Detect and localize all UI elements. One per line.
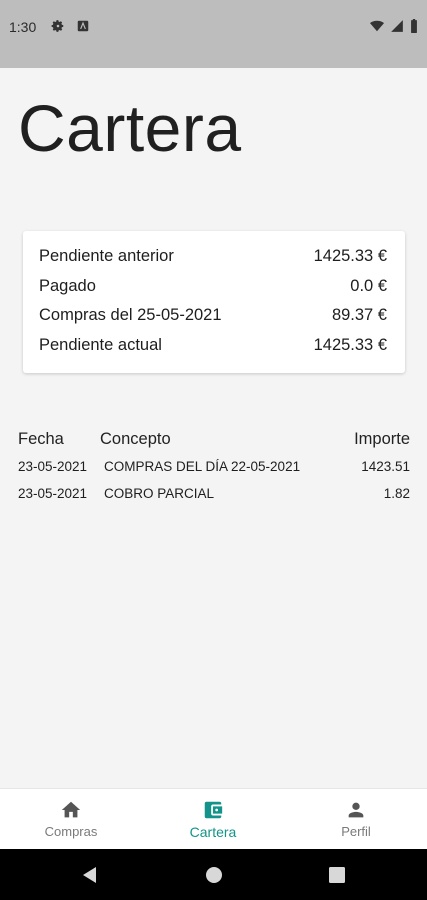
summary-value: 1425.33 €: [313, 336, 387, 354]
nav-item-perfil[interactable]: Perfil: [285, 789, 427, 850]
summary-label: Compras del 25-05-2021: [39, 306, 222, 324]
battery-icon: [411, 19, 417, 33]
recents-icon[interactable]: [327, 865, 347, 885]
column-header-amount: Importe: [354, 430, 410, 448]
nav-label: Cartera: [189, 824, 237, 840]
summary-label: Pendiente anterior: [39, 247, 174, 265]
cell-concept: COBRO PARCIAL: [104, 486, 215, 501]
nav-item-compras[interactable]: Compras: [0, 789, 142, 850]
page-title: Cartera: [18, 91, 242, 165]
cell-amount: 1.82: [383, 486, 410, 501]
nav-label: Compras: [44, 824, 98, 839]
summary-row-previous-pending: Pendiente anterior 1425.33 €: [39, 247, 387, 269]
summary-label: Pagado: [39, 277, 96, 295]
signal-icon: [391, 20, 403, 32]
cell-date: 23-05-2021: [18, 486, 88, 501]
home-circle-icon[interactable]: [204, 865, 224, 885]
summary-row-current-pending: Pendiente actual 1425.33 €: [39, 336, 387, 358]
summary-value: 89.37 €: [331, 306, 387, 324]
summary-row-paid: Pagado 0.0 €: [39, 277, 387, 299]
person-icon: [348, 802, 364, 818]
wifi-icon: [370, 20, 384, 32]
wallet-icon: [204, 801, 223, 819]
summary-value: 0.0 €: [350, 277, 387, 295]
summary-row-purchases: Compras del 25-05-2021 89.37 €: [39, 306, 387, 328]
cell-date: 23-05-2021: [18, 459, 88, 474]
status-bar: 1:30: [0, 0, 427, 68]
back-icon[interactable]: [80, 865, 100, 885]
status-time: 1:30: [9, 19, 37, 35]
column-header-date: Fecha: [18, 430, 64, 448]
column-header-concept: Concepto: [100, 430, 171, 448]
summary-label: Pendiente actual: [39, 336, 162, 354]
nav-label: Perfil: [341, 824, 371, 839]
gear-icon: [51, 20, 64, 32]
card-icon: [77, 20, 89, 32]
bottom-navigation: Compras Cartera Perfil: [0, 788, 427, 849]
balance-summary-card: Pendiente anterior 1425.33 € Pagado 0.0 …: [23, 231, 405, 373]
cell-concept: COMPRAS DEL DÍA 22-05-2021: [104, 459, 301, 474]
system-navigation-bar: [0, 849, 427, 900]
nav-item-cartera[interactable]: Cartera: [142, 789, 284, 850]
summary-value: 1425.33 €: [313, 247, 387, 265]
home-icon: [61, 801, 81, 818]
cell-amount: 1423.51: [361, 459, 410, 474]
